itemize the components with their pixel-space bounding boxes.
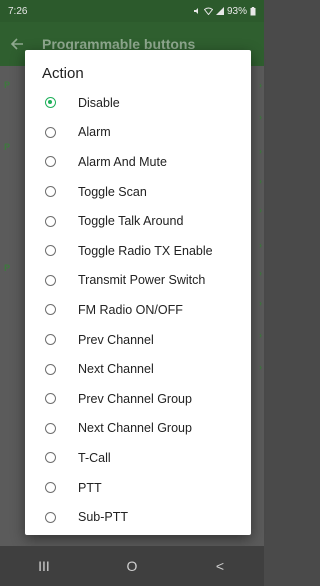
radio-unchecked-icon[interactable]	[45, 274, 56, 286]
radio-option-label: Toggle Scan	[78, 184, 147, 199]
radio-option[interactable]: Toggle Radio TX Enable	[25, 236, 251, 266]
radio-unchecked-icon[interactable]	[45, 363, 56, 375]
radio-option-label: Alarm	[78, 125, 111, 140]
radio-option[interactable]: Next Channel Group	[25, 414, 251, 444]
radio-unchecked-icon[interactable]	[45, 452, 56, 464]
chevron-right-icon: ›	[259, 205, 262, 215]
radio-option[interactable]: Disable	[25, 88, 251, 118]
radio-option[interactable]: FM Radio ON/OFF	[25, 295, 251, 325]
dialog-title: Action	[42, 65, 84, 82]
background-row-letter: P	[4, 263, 11, 273]
background-row-letter: P	[4, 80, 11, 90]
signal-icon	[215, 7, 224, 15]
wifi-icon	[203, 7, 213, 15]
radio-checked-icon[interactable]	[45, 97, 56, 109]
radio-unchecked-icon[interactable]	[45, 422, 56, 434]
chevron-right-icon: ›	[259, 176, 262, 186]
radio-unchecked-icon[interactable]	[45, 215, 56, 227]
chevron-right-icon: ›	[259, 146, 262, 156]
chevron-right-icon: ›	[259, 80, 262, 90]
radio-unchecked-icon[interactable]	[45, 482, 56, 494]
system-nav-bar: III O <	[0, 546, 264, 586]
status-icons: 93%	[193, 6, 256, 17]
radio-option-label: Next Channel Group	[78, 421, 192, 436]
radio-option-label: Prev Channel Group	[78, 391, 192, 406]
radio-option[interactable]: Alarm	[25, 118, 251, 148]
radio-option[interactable]: Alarm And Mute	[25, 147, 251, 177]
back-arrow-icon[interactable]	[10, 37, 24, 51]
radio-option-label: Transmit Power Switch	[78, 273, 206, 288]
radio-option[interactable]: Sub-PTT	[25, 502, 251, 532]
radio-option[interactable]: T-Call	[25, 443, 251, 473]
action-options-list: Disable Alarm Alarm And Mute Toggle Scan Tog…	[25, 88, 251, 532]
radio-option[interactable]: Prev Channel Group	[25, 384, 251, 414]
radio-unchecked-icon[interactable]	[45, 245, 56, 257]
chevron-right-icon: ›	[259, 240, 262, 250]
radio-unchecked-icon[interactable]	[45, 126, 56, 138]
radio-option[interactable]: PTT	[25, 473, 251, 503]
radio-unchecked-icon[interactable]	[45, 186, 56, 198]
chevron-right-icon: ›	[259, 268, 262, 278]
status-bar: 7:26 93%	[0, 0, 264, 22]
status-time: 7:26	[8, 5, 28, 17]
radio-option-label: FM Radio ON/OFF	[78, 302, 183, 317]
chevron-right-icon: ›	[259, 362, 262, 372]
radio-option[interactable]: Transmit Power Switch	[25, 266, 251, 296]
radio-option-label: Toggle Radio TX Enable	[78, 243, 213, 258]
radio-unchecked-icon[interactable]	[45, 511, 56, 523]
radio-option-label: Toggle Talk Around	[78, 214, 184, 229]
radio-option-label: Alarm And Mute	[78, 154, 167, 169]
radio-option[interactable]: Prev Channel	[25, 325, 251, 355]
home-button[interactable]: O	[112, 558, 152, 574]
radio-option[interactable]: Toggle Scan	[25, 177, 251, 207]
radio-unchecked-icon[interactable]	[45, 304, 56, 316]
battery-icon	[250, 6, 256, 15]
mute-icon	[193, 8, 198, 14]
radio-option[interactable]: Next Channel	[25, 354, 251, 384]
radio-option[interactable]: Toggle Talk Around	[25, 206, 251, 236]
chevron-right-icon: ›	[259, 330, 262, 340]
radio-unchecked-icon[interactable]	[45, 393, 56, 405]
radio-option-label: PTT	[78, 480, 102, 495]
battery-percent: 93%	[226, 5, 247, 17]
radio-option-label: T-Call	[78, 450, 111, 465]
radio-option-label: Disable	[78, 95, 120, 110]
recents-button[interactable]: III	[24, 558, 64, 574]
radio-unchecked-icon[interactable]	[45, 156, 56, 168]
action-dialog: Action Disable Alarm Alarm And Mute Toggle …	[25, 50, 251, 535]
background-row-letter: P	[4, 142, 11, 152]
chevron-right-icon: ›	[259, 298, 262, 308]
radio-option-label: Prev Channel	[78, 332, 154, 347]
back-button[interactable]: <	[200, 558, 240, 574]
chevron-right-icon: ›	[259, 112, 262, 122]
radio-option-label: Sub-PTT	[78, 510, 129, 525]
radio-option-label: Next Channel	[78, 362, 154, 377]
radio-unchecked-icon[interactable]	[45, 334, 56, 346]
